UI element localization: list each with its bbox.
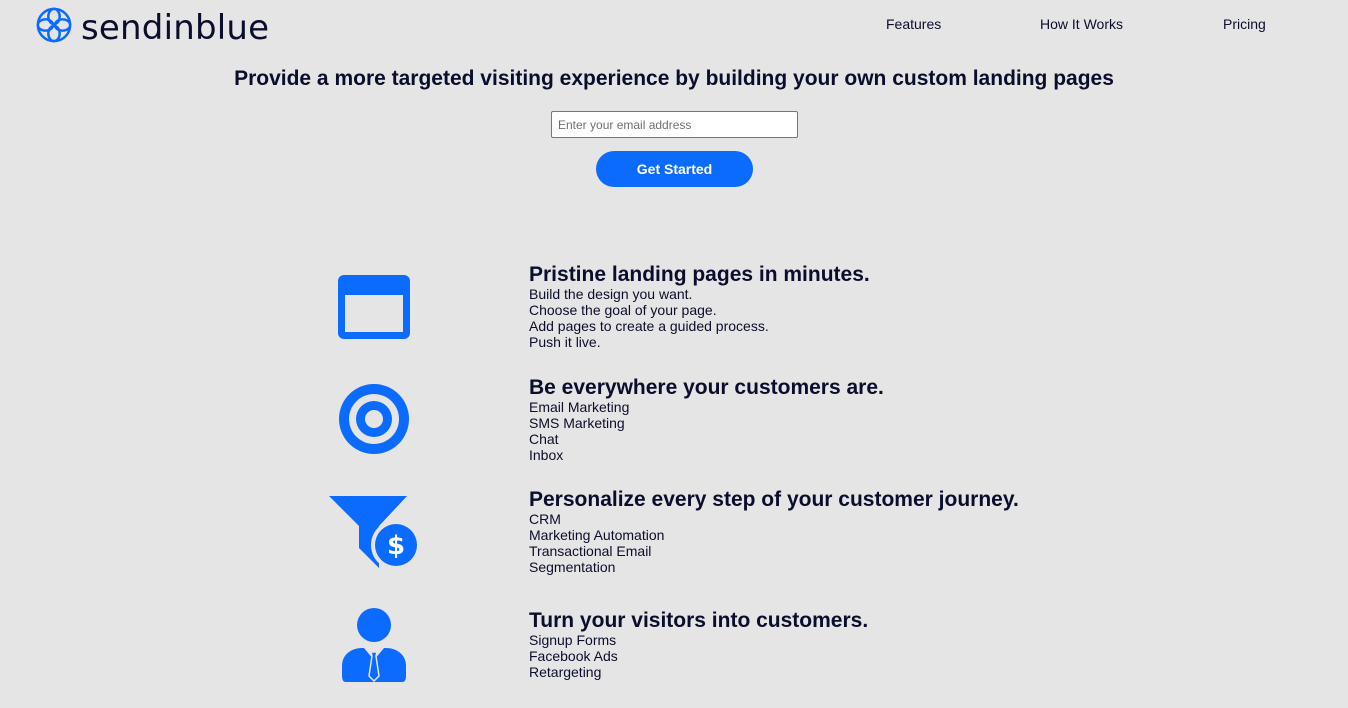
list-item: Facebook Ads (529, 648, 618, 664)
nav-link-pricing[interactable]: Pricing (1223, 16, 1266, 32)
list-item: Add pages to create a guided process. (529, 318, 769, 334)
feature-list: Build the design you want. Choose the go… (529, 286, 870, 350)
feature-list: Signup Forms Facebook Ads Retargeting (529, 632, 868, 680)
list-item: Segmentation (529, 559, 616, 575)
target-icon (339, 384, 409, 459)
list-item: Build the design you want. (529, 286, 693, 302)
get-started-button[interactable]: Get Started (596, 151, 753, 187)
list-item: Signup Forms (529, 632, 617, 648)
feature-list: CRM Marketing Automation Transactional E… (529, 511, 1019, 575)
list-item: Chat (529, 431, 559, 447)
feature-title: Be everywhere your customers are. (529, 376, 884, 399)
nav-link-features[interactable]: Features (886, 16, 941, 32)
browser-window-icon (338, 275, 410, 344)
list-item: Push it live. (529, 334, 601, 350)
feature-list: Email Marketing SMS Marketing Chat Inbox (529, 399, 884, 463)
list-item: Inbox (529, 447, 564, 463)
feature-title: Personalize every step of your customer … (529, 488, 1019, 511)
list-item: Choose the goal of your page. (529, 302, 717, 318)
nav-link-how-it-works[interactable]: How It Works (1040, 16, 1123, 32)
list-item: SMS Marketing (529, 415, 625, 431)
user-tie-icon (342, 608, 406, 687)
feature-title: Pristine landing pages in minutes. (529, 263, 870, 286)
funnel-dollar-icon: $ (329, 496, 421, 575)
list-item: Marketing Automation (529, 527, 665, 543)
list-item: Email Marketing (529, 399, 630, 415)
feature-title: Turn your visitors into customers. (529, 609, 869, 632)
email-input[interactable] (551, 111, 798, 138)
list-item: Transactional Email (529, 543, 652, 559)
brand-name: sendinblue (81, 7, 270, 48)
svg-text:$: $ (387, 531, 405, 561)
hero-headline: Provide a more targeted visiting experie… (234, 67, 1114, 90)
brand-logo[interactable]: sendinblue (35, 6, 269, 49)
landing-page: sendinblue Features How It Works Pricing… (0, 0, 1348, 708)
list-item: Retargeting (529, 664, 602, 680)
sendinblue-logo-icon (35, 6, 73, 49)
list-item: CRM (529, 511, 561, 527)
